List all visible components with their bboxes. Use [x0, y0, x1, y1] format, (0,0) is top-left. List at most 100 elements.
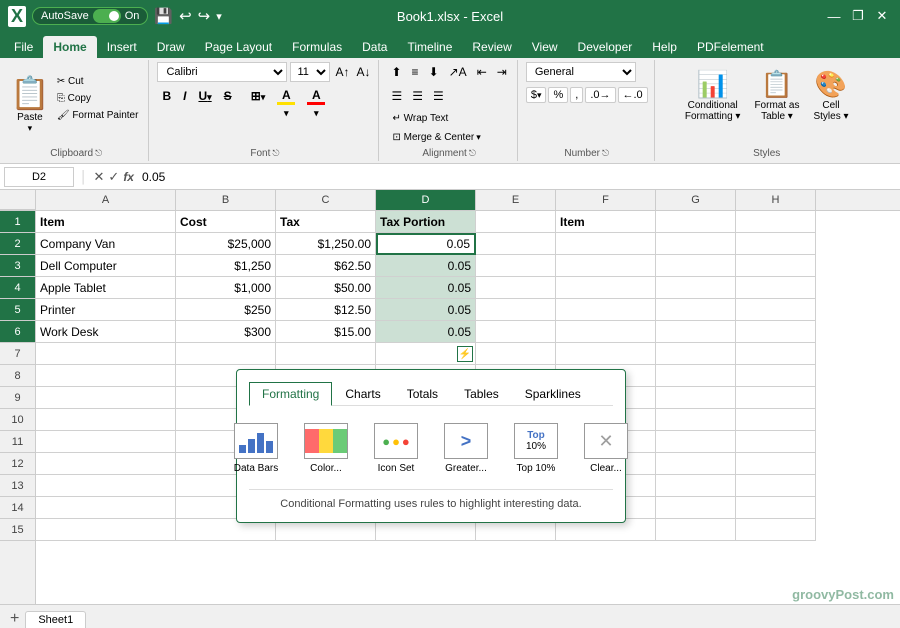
name-box[interactable] — [4, 167, 74, 187]
row-header-5[interactable]: 5 — [0, 299, 35, 321]
cell-A14[interactable] — [36, 497, 176, 519]
cell-D6[interactable]: 0.05 — [376, 321, 476, 343]
cell-H1[interactable] — [736, 211, 816, 233]
cell-G9[interactable] — [656, 387, 736, 409]
cell-A5[interactable]: Printer — [36, 299, 176, 321]
font-size-increase-button[interactable]: A↑ — [333, 65, 351, 79]
tab-review[interactable]: Review — [462, 36, 521, 58]
cell-D7[interactable]: ⚡ — [376, 343, 476, 365]
cell-D3[interactable]: 0.05 — [376, 255, 476, 277]
bold-button[interactable]: B — [157, 86, 176, 106]
cell-A4[interactable]: Apple Tablet — [36, 277, 176, 299]
cell-A3[interactable]: Dell Computer — [36, 255, 176, 277]
row-header-6[interactable]: 6 — [0, 321, 35, 343]
format-painter-button[interactable]: 🖌 Format Painter — [53, 108, 143, 123]
underline-button[interactable]: U▾ — [193, 86, 216, 106]
cell-B6[interactable]: $300 — [176, 321, 276, 343]
decimal-increase-button[interactable]: .0→ — [585, 87, 615, 103]
row-header-7[interactable]: 7 — [0, 343, 35, 365]
cell-B4[interactable]: $1,000 — [176, 277, 276, 299]
tab-data[interactable]: Data — [352, 36, 397, 58]
cell-G7[interactable] — [656, 343, 736, 365]
cell-D1[interactable]: Tax Portion — [376, 211, 476, 233]
row-header-3[interactable]: 3 — [0, 255, 35, 277]
cell-styles-button[interactable]: 🎨 CellStyles ▾ — [808, 64, 853, 127]
paste-dropdown-arrow[interactable]: ▾ — [28, 123, 33, 134]
tab-home[interactable]: Home — [43, 36, 96, 58]
cell-G6[interactable] — [656, 321, 736, 343]
col-header-B[interactable]: B — [176, 190, 276, 210]
cell-A2[interactable]: Company Van — [36, 233, 176, 255]
cell-F6[interactable] — [556, 321, 656, 343]
underline-dropdown[interactable]: ▾ — [207, 92, 212, 102]
cell-A10[interactable] — [36, 409, 176, 431]
cell-B2[interactable]: $25,000 — [176, 233, 276, 255]
row-header-9[interactable]: 9 — [0, 387, 35, 409]
popup-tab-formatting[interactable]: Formatting — [249, 382, 332, 406]
cell-C4[interactable]: $50.00 — [276, 277, 376, 299]
tab-draw[interactable]: Draw — [147, 36, 195, 58]
format-as-table-button[interactable]: 📋 Format asTable ▾ — [749, 64, 804, 127]
popup-item-greater-than[interactable]: > Greater... — [436, 418, 496, 479]
tab-formulas[interactable]: Formulas — [282, 36, 352, 58]
cell-B1[interactable]: Cost — [176, 211, 276, 233]
cell-G13[interactable] — [656, 475, 736, 497]
copy-button[interactable]: ⎘ Copy — [53, 91, 143, 106]
cell-C5[interactable]: $12.50 — [276, 299, 376, 321]
cell-H3[interactable] — [736, 255, 816, 277]
strikethrough-button[interactable]: S — [219, 86, 237, 106]
cell-H12[interactable] — [736, 453, 816, 475]
cell-A1[interactable]: Item — [36, 211, 176, 233]
popup-tab-tables[interactable]: Tables — [451, 382, 512, 405]
confirm-formula-icon[interactable]: ✓ — [108, 169, 119, 185]
popup-tab-sparklines[interactable]: Sparklines — [512, 382, 594, 405]
col-header-D[interactable]: D — [376, 190, 476, 210]
tab-insert[interactable]: Insert — [97, 36, 147, 58]
text-angle-button[interactable]: ↗A — [445, 62, 471, 82]
popup-item-icon-set[interactable]: ● ● ● Icon Set — [366, 418, 426, 479]
clipboard-expand-icon[interactable]: ⎋ — [95, 148, 102, 159]
cell-F7[interactable] — [556, 343, 656, 365]
font-size-select[interactable]: 11 — [290, 62, 330, 82]
number-format-select[interactable]: General — [526, 62, 636, 82]
save-icon[interactable]: 💾 — [154, 7, 173, 25]
row-header-2[interactable]: 1 — [0, 211, 35, 233]
decimal-decrease-button[interactable]: ←.0 — [618, 87, 648, 103]
cell-E3[interactable] — [476, 255, 556, 277]
cell-F1[interactable]: Item — [556, 211, 656, 233]
cell-A7[interactable] — [36, 343, 176, 365]
row-header-11[interactable]: 11 — [0, 431, 35, 453]
popup-item-clear[interactable]: ✕ Clear... — [576, 418, 636, 479]
cell-C2[interactable]: $1,250.00 — [276, 233, 376, 255]
add-sheet-button[interactable]: + — [4, 610, 25, 628]
cell-D5[interactable]: 0.05 — [376, 299, 476, 321]
cell-G3[interactable] — [656, 255, 736, 277]
autosave-toggle[interactable] — [93, 9, 121, 23]
row-header-4[interactable]: 4 — [0, 277, 35, 299]
autosave-badge[interactable]: AutoSave On — [32, 7, 148, 25]
restore-button[interactable]: ❐ — [848, 6, 868, 26]
tab-developer[interactable]: Developer — [568, 36, 643, 58]
conditional-formatting-button[interactable]: 📊 ConditionalFormatting ▾ — [680, 64, 746, 127]
align-bottom-button[interactable]: ⬇ — [425, 62, 443, 82]
cell-B7[interactable] — [176, 343, 276, 365]
cell-G4[interactable] — [656, 277, 736, 299]
comma-button[interactable]: , — [570, 87, 583, 103]
percent-button[interactable]: % — [548, 87, 568, 103]
col-header-F[interactable]: F — [556, 190, 656, 210]
cell-G1[interactable] — [656, 211, 736, 233]
cell-H9[interactable] — [736, 387, 816, 409]
indent-decrease-button[interactable]: ⇤ — [473, 62, 491, 82]
font-color-button[interactable]: A ▾ — [302, 86, 330, 106]
borders-button[interactable]: ⊞▾ — [246, 86, 271, 106]
cell-E6[interactable] — [476, 321, 556, 343]
cell-D2[interactable]: 0.05 — [376, 233, 476, 255]
cell-C7[interactable] — [276, 343, 376, 365]
cell-A13[interactable] — [36, 475, 176, 497]
dollar-button[interactable]: $▾ — [526, 87, 547, 103]
cell-E7[interactable] — [476, 343, 556, 365]
cell-H10[interactable] — [736, 409, 816, 431]
col-header-E[interactable]: E — [476, 190, 556, 210]
minimize-button[interactable]: — — [824, 6, 844, 26]
font-expand-icon[interactable]: ⎋ — [272, 148, 279, 159]
